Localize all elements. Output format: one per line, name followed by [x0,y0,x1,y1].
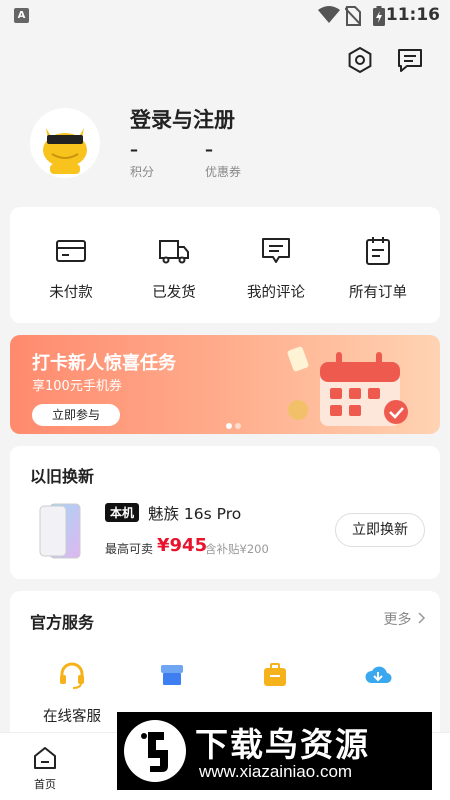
calendar-illustration-icon [287,346,408,426]
coupons-label: 优惠券 [205,165,242,179]
banner-dot-active [226,423,232,429]
clock: 11:16 [385,5,440,25]
service-online-support[interactable]: 在线客服 [27,661,117,726]
trade-in-price: ¥945 [157,535,208,556]
order-all-label: 所有订单 [349,285,407,301]
service-online-support-label: 在线客服 [43,709,101,725]
banner-dot [235,423,241,429]
clipboard-icon [366,237,390,265]
order-shipped-label: 已发货 [152,285,196,301]
battery-charging-icon [373,6,385,26]
trade-in-button[interactable]: 立即换新 [335,513,425,547]
mascot-avatar-icon [43,128,87,174]
chevron-right-icon [418,612,426,624]
login-register-link[interactable]: 登录与注册 [130,104,235,134]
order-unpaid-label: 未付款 [49,285,93,301]
subsidy-note: 含补贴¥200 [205,542,269,556]
tab-home-label: 首页 [34,778,56,791]
device-model: 魅族 16s Pro [148,505,242,523]
watermark-bird-logo-icon [124,720,186,782]
order-all[interactable]: 所有订单 [338,237,418,302]
order-reviews[interactable]: 我的评论 [236,237,316,302]
status-bar: A 11:16 [0,0,450,34]
banner-join-button[interactable]: 立即参与 [32,404,120,426]
tab-home[interactable]: 首页 [24,745,66,792]
settings-hexagon-icon[interactable] [345,45,375,75]
briefcase-icon [264,663,286,686]
watermark-title: 下载鸟资源 [195,725,370,764]
order-shipped[interactable]: 已发货 [134,237,214,302]
points-label: 积分 [130,165,155,179]
services-more-label: 更多 [383,612,412,628]
home-icon [34,747,56,769]
trade-in-title: 以旧换新 [30,467,95,486]
watermark-url: www.xiazainiao.com [199,762,353,781]
order-reviews-label: 我的评论 [247,285,305,301]
services-more-link[interactable]: 更多 [384,609,426,629]
app-notification-icon: A [14,8,29,23]
service-store[interactable] [127,661,217,693]
points-value: – [130,140,138,159]
watermark: 下载鸟资源 www.xiazainiao.com [117,712,432,790]
orders-card: 未付款 已发货 我的评论 所有订单 [10,207,440,323]
phone-image [39,503,81,559]
banner-title: 打卡新人惊喜任务 [32,353,176,374]
comment-icon [262,238,290,263]
wifi-icon [318,6,340,23]
service-repair[interactable] [230,661,320,693]
current-device-badge: 本机 [105,503,140,522]
avatar[interactable] [30,108,100,178]
promo-banner[interactable]: 打卡新人惊喜任务 享100元手机券 立即参与 [10,335,440,434]
cloud-download-icon [365,666,392,684]
services-title: 官方服务 [30,613,95,632]
truck-icon [159,240,189,264]
banner-subtitle: 享100元手机券 [32,379,122,394]
no-sim-icon [345,6,361,26]
order-unpaid[interactable]: 未付款 [31,237,111,302]
trade-in-card: 以旧换新 本机 魅族 16s Pro 最高可卖 ¥945 含补贴¥200 立即换… [10,446,440,579]
price-label: 最高可卖 [105,542,154,556]
service-cloud-backup[interactable] [333,661,423,693]
coupons-stat[interactable]: – 优惠券 [205,140,241,180]
headset-icon [60,662,84,689]
store-icon [161,665,183,685]
coupons-value: – [205,140,213,159]
message-icon[interactable] [395,45,425,75]
points-stat[interactable]: – 积分 [130,140,154,180]
card-icon [56,240,86,262]
banner-pagination [226,414,244,433]
